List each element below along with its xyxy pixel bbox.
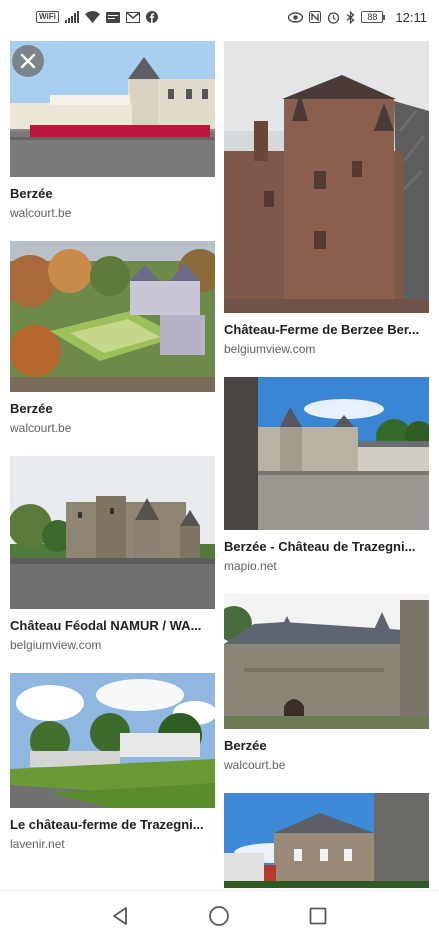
result-source[interactable]: lavenir.net: [10, 836, 215, 852]
back-button[interactable]: [101, 896, 141, 936]
result-source[interactable]: walcourt.be: [10, 420, 215, 436]
back-triangle-icon: [113, 906, 128, 925]
message-icon: [105, 10, 120, 24]
facebook-icon: [145, 10, 158, 24]
gmail-icon: [125, 10, 140, 24]
result-source[interactable]: belgiumview.com: [224, 341, 429, 357]
wifi-icon: [84, 10, 100, 24]
result-thumbnail[interactable]: [10, 241, 215, 392]
recents-button[interactable]: [298, 896, 338, 936]
result-thumbnail[interactable]: [224, 594, 429, 729]
result-thumbnail[interactable]: [10, 456, 215, 609]
close-button[interactable]: [12, 45, 44, 77]
status-bar-right: 88 12:11: [288, 10, 427, 25]
close-icon: [20, 53, 36, 69]
result-thumbnail[interactable]: [224, 377, 429, 530]
result-thumbnail[interactable]: [224, 793, 429, 888]
alarm-icon: [327, 10, 340, 24]
image-result[interactable]: Château-Ferme de Berzee Ber... belgiumvi…: [224, 41, 429, 357]
recents-square-icon: [309, 907, 327, 924]
image-result[interactable]: [224, 793, 429, 888]
result-title[interactable]: Berzée: [10, 186, 215, 202]
navigation-bar: [0, 890, 439, 940]
result-source[interactable]: walcourt.be: [224, 757, 429, 773]
result-title[interactable]: Berzée: [224, 738, 429, 754]
status-bar: WiFi 88 12:11: [0, 0, 439, 34]
result-thumbnail[interactable]: [224, 41, 429, 313]
status-bar-left: WiFi: [36, 10, 158, 24]
result-source[interactable]: mapio.net: [224, 558, 429, 574]
nfc-icon: [309, 10, 322, 24]
eye-icon: [288, 10, 304, 24]
result-thumbnail[interactable]: [10, 673, 215, 808]
result-title[interactable]: Château-Ferme de Berzee Ber...: [224, 322, 429, 338]
result-source[interactable]: walcourt.be: [10, 205, 215, 221]
home-button[interactable]: [199, 896, 239, 936]
image-result[interactable]: Le château-ferme de Trazegni... lavenir.…: [10, 673, 215, 852]
wifi-6-badge-icon: WiFi: [36, 11, 59, 23]
image-result[interactable]: Berzée - Château de Trazegni... mapio.ne…: [224, 377, 429, 574]
result-title[interactable]: Château Féodal NAMUR / WA...: [10, 618, 215, 634]
image-result[interactable]: Berzée walcourt.be: [10, 241, 215, 436]
result-title[interactable]: Berzée: [10, 401, 215, 417]
result-source[interactable]: belgiumview.com: [10, 637, 215, 653]
bluetooth-icon: [346, 10, 355, 24]
image-result[interactable]: Château Féodal NAMUR / WA... belgiumview…: [10, 456, 215, 653]
results-column-left: Berzée walcourt.be Berzée walcourt.be Ch…: [10, 41, 215, 852]
result-title[interactable]: Le château-ferme de Trazegni...: [10, 817, 215, 833]
home-circle-icon: [209, 905, 230, 926]
results-column-right: Château-Ferme de Berzee Ber... belgiumvi…: [224, 41, 429, 888]
battery-icon: 88: [361, 11, 386, 23]
signal-icon: [64, 10, 79, 24]
result-title[interactable]: Berzée - Château de Trazegni...: [224, 539, 429, 555]
status-time: 12:11: [395, 9, 427, 25]
image-result[interactable]: Berzée walcourt.be: [224, 594, 429, 773]
